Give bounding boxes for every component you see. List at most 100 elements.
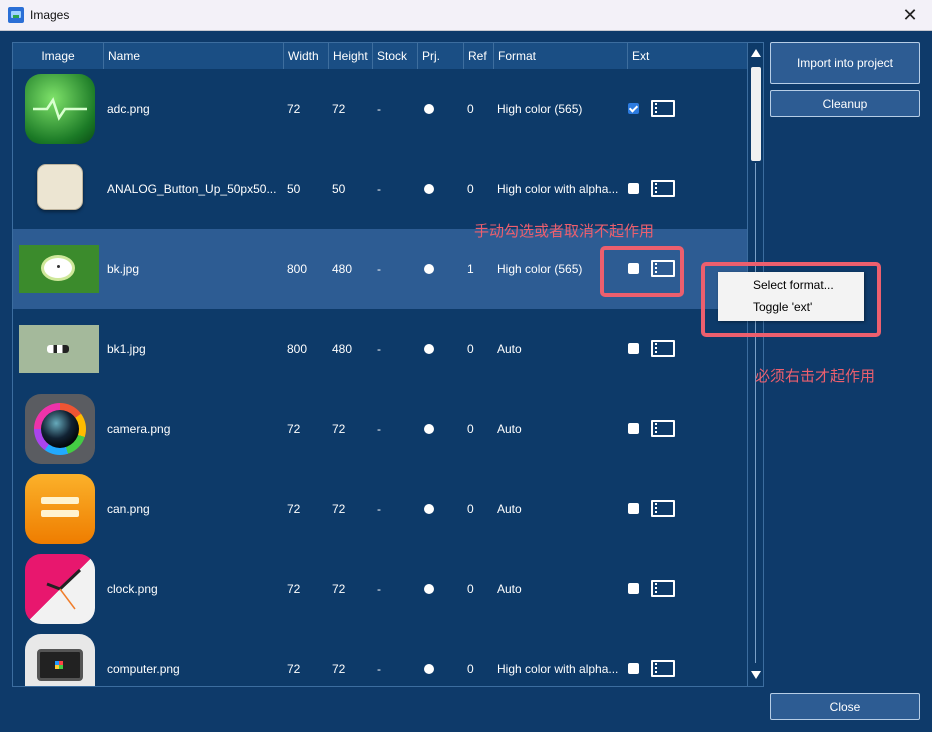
close-icon[interactable]: ✕ xyxy=(888,0,932,30)
ext-checkbox[interactable] xyxy=(628,343,639,354)
row-name: ANALOG_Button_Up_50px50... xyxy=(107,182,277,196)
row-width: 72 xyxy=(287,662,301,676)
row-stock: - xyxy=(377,262,381,276)
images-table: Image Name Width Height Stock Prj. Ref F… xyxy=(12,42,764,687)
close-button[interactable]: Close xyxy=(770,693,920,720)
row-format[interactable]: Auto xyxy=(497,549,625,629)
project-dot-icon xyxy=(424,264,434,274)
col-height[interactable]: Height xyxy=(329,43,373,69)
context-menu: Select format... Toggle 'ext' xyxy=(718,272,864,321)
scroll-up-icon[interactable] xyxy=(751,49,761,57)
annotation-manual-check: 手动勾选或者取消不起作用 xyxy=(474,223,655,240)
col-stock[interactable]: Stock xyxy=(373,43,418,69)
project-dot-icon xyxy=(424,184,434,194)
ext-checkbox[interactable] xyxy=(628,663,639,674)
menu-item-toggle-ext[interactable]: Toggle 'ext' xyxy=(753,300,812,314)
row-format[interactable]: Auto xyxy=(497,469,625,549)
project-dot-icon xyxy=(424,664,434,674)
col-image[interactable]: Image xyxy=(13,43,104,69)
table-row[interactable]: ANALOG_Button_Up_50px50... 50 50 - 0 High col… xyxy=(13,149,747,229)
row-stock: - xyxy=(377,662,381,676)
highlight-box-ext xyxy=(600,246,684,297)
window-title: Images xyxy=(30,8,70,22)
col-prj[interactable]: Prj. xyxy=(418,43,464,69)
annotation-right-click: 必须右击才起作用 xyxy=(755,368,876,385)
ext-checkbox[interactable] xyxy=(628,503,639,514)
row-stock: - xyxy=(377,502,381,516)
ext-checkbox[interactable] xyxy=(628,583,639,594)
table-row[interactable]: computer.png 72 72 - 0 High color with alpha.… xyxy=(13,629,747,686)
row-width: 50 xyxy=(287,182,301,196)
row-width: 72 xyxy=(287,502,301,516)
image-thumbnail xyxy=(19,389,105,469)
row-height: 50 xyxy=(332,182,346,196)
col-ext[interactable]: Ext xyxy=(628,43,747,69)
project-dot-icon xyxy=(424,104,434,114)
image-thumbnail xyxy=(19,629,105,686)
table-row[interactable]: can.png 72 72 - 0 Auto xyxy=(13,469,747,549)
row-stock: - xyxy=(377,422,381,436)
row-height: 72 xyxy=(332,102,346,116)
row-name: camera.png xyxy=(107,422,171,436)
row-ref: 1 xyxy=(467,262,474,276)
row-ref: 0 xyxy=(467,422,474,436)
project-dot-icon xyxy=(424,584,434,594)
row-ref: 0 xyxy=(467,582,474,596)
row-format[interactable]: High color (565) xyxy=(497,69,625,149)
table-header: Image Name Width Height Stock Prj. Ref F… xyxy=(13,43,747,69)
row-ref: 0 xyxy=(467,102,474,116)
image-thumbnail xyxy=(19,149,105,229)
col-name[interactable]: Name xyxy=(104,43,284,69)
project-dot-icon xyxy=(424,344,434,354)
row-name: clock.png xyxy=(107,582,158,596)
image-thumbnail xyxy=(19,469,105,549)
memory-card-icon xyxy=(651,180,675,197)
col-format[interactable]: Format xyxy=(494,43,628,69)
scroll-track xyxy=(755,163,756,663)
row-ref: 0 xyxy=(467,342,474,356)
table-row[interactable]: adc.png 72 72 - 0 High color (565) xyxy=(13,69,747,149)
col-width[interactable]: Width xyxy=(284,43,329,69)
row-height: 72 xyxy=(332,422,346,436)
table-row[interactable]: bk1.jpg 800 480 - 0 Auto xyxy=(13,309,747,389)
memory-card-icon xyxy=(651,340,675,357)
ext-checkbox[interactable] xyxy=(628,423,639,434)
ext-checkbox[interactable] xyxy=(628,183,639,194)
memory-card-icon xyxy=(651,100,675,117)
row-width: 800 xyxy=(287,342,308,356)
row-height: 72 xyxy=(332,582,346,596)
table-row[interactable]: camera.png 72 72 - 0 Auto xyxy=(13,389,747,469)
row-width: 72 xyxy=(287,422,301,436)
row-ref: 0 xyxy=(467,182,474,196)
row-stock: - xyxy=(377,102,381,116)
row-format[interactable]: High color with alpha... xyxy=(497,149,625,229)
row-height: 480 xyxy=(332,262,353,276)
image-thumbnail xyxy=(19,69,105,149)
import-into-project-button[interactable]: Import into project xyxy=(770,42,920,84)
title-bar: Images ✕ xyxy=(0,0,932,31)
row-stock: - xyxy=(377,342,381,356)
row-format[interactable]: Auto xyxy=(497,389,625,469)
row-name: bk.jpg xyxy=(107,262,140,276)
table-row[interactable]: clock.png 72 72 - 0 Auto xyxy=(13,549,747,629)
col-ref[interactable]: Ref xyxy=(464,43,494,69)
row-name: adc.png xyxy=(107,102,150,116)
menu-item-select-format[interactable]: Select format... xyxy=(753,278,834,292)
row-height: 480 xyxy=(332,342,353,356)
image-thumbnail xyxy=(19,549,105,629)
scroll-thumb[interactable] xyxy=(751,67,761,161)
row-width: 72 xyxy=(287,582,301,596)
row-ref: 0 xyxy=(467,502,474,516)
row-format[interactable]: High color with alpha... xyxy=(497,629,625,686)
row-height: 72 xyxy=(332,662,346,676)
memory-card-icon xyxy=(651,420,675,437)
row-width: 72 xyxy=(287,102,301,116)
row-name: computer.png xyxy=(107,662,180,676)
row-ref: 0 xyxy=(467,662,474,676)
scroll-down-icon[interactable] xyxy=(751,671,761,679)
row-name: can.png xyxy=(107,502,150,516)
ext-checkbox[interactable] xyxy=(628,103,639,114)
project-dot-icon xyxy=(424,424,434,434)
row-format[interactable]: Auto xyxy=(497,309,625,389)
cleanup-button[interactable]: Cleanup xyxy=(770,90,920,117)
